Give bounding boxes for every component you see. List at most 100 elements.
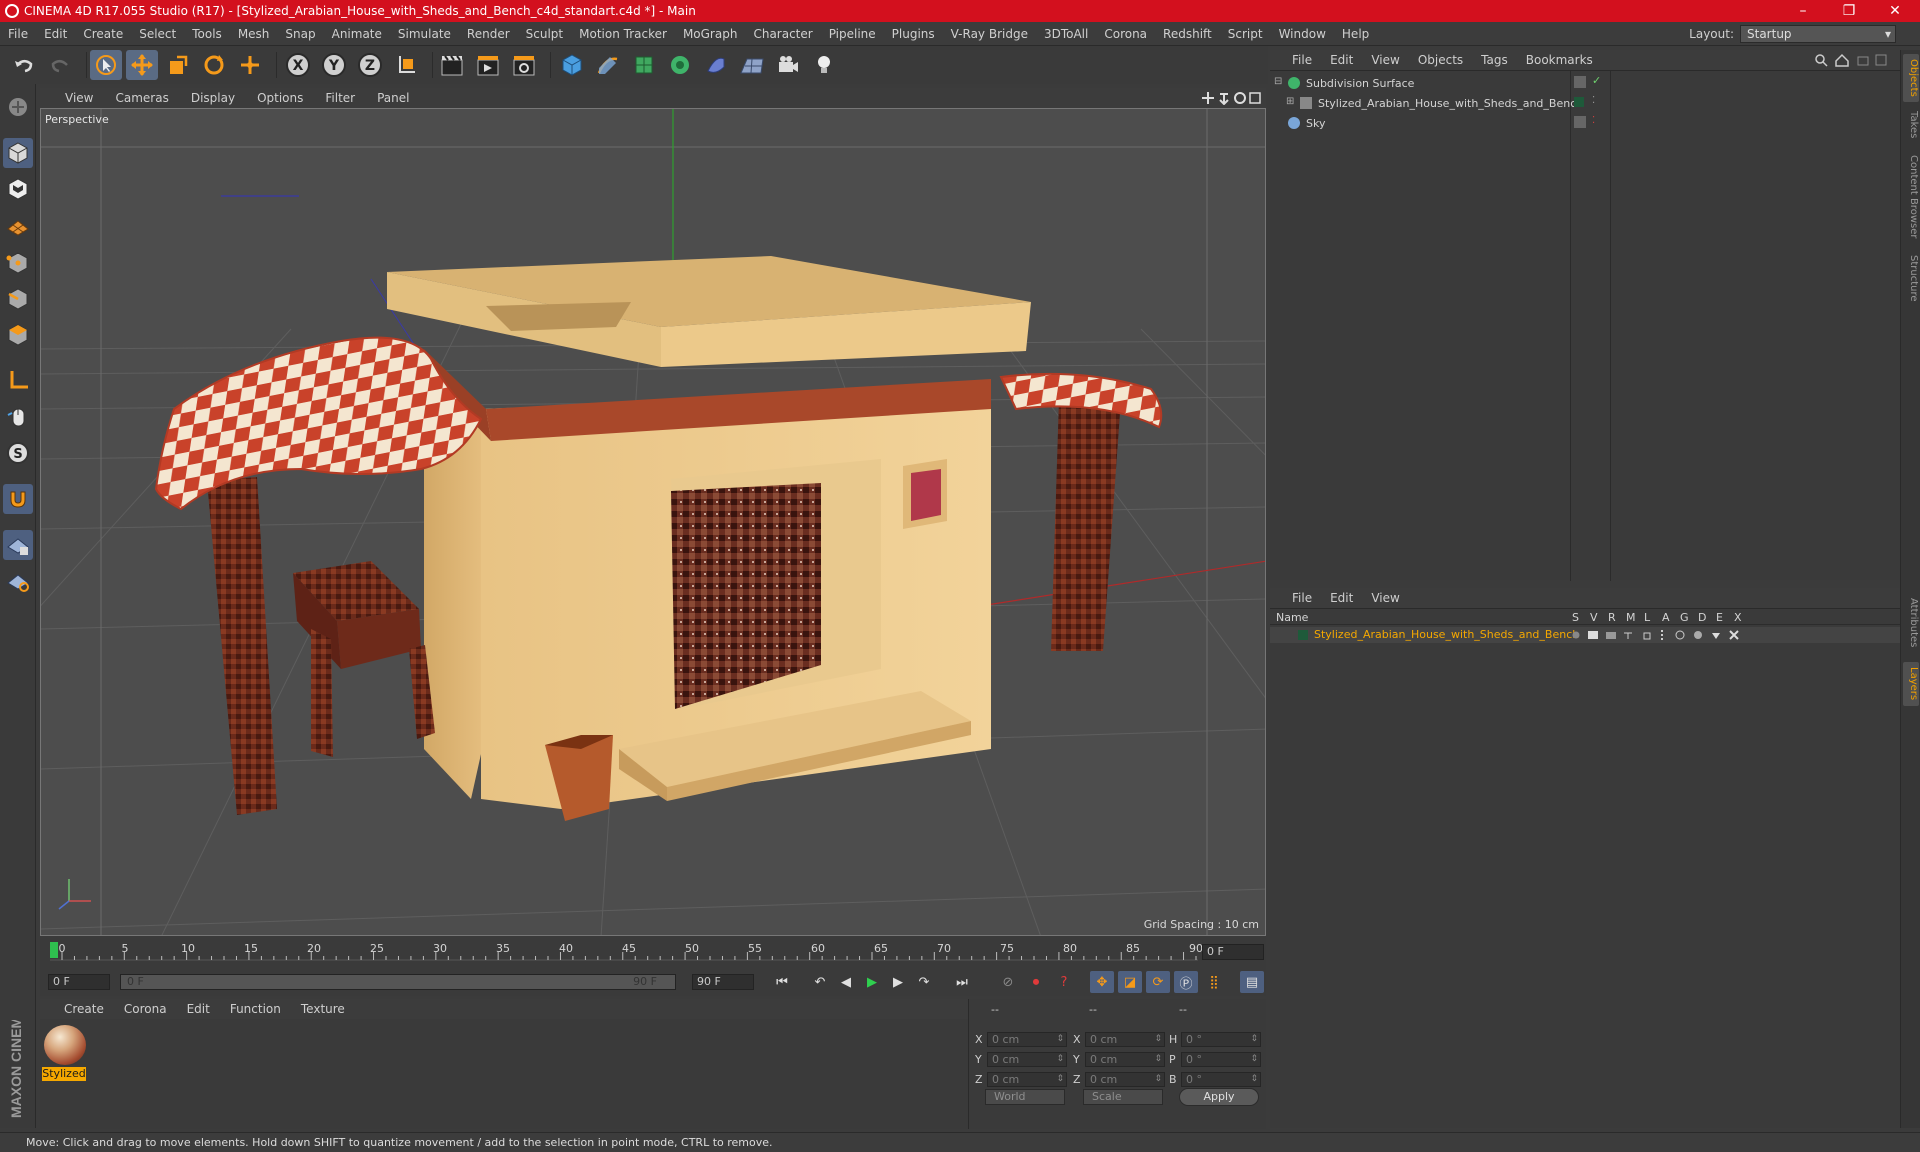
tab-attributes[interactable]: Attributes [1903,590,1919,656]
make-editable-button[interactable] [3,92,33,122]
start-frame-field[interactable]: 0 F [48,974,110,990]
position-y-field[interactable]: 0 cm [987,1052,1067,1067]
axis-mode-button[interactable] [3,366,33,396]
pen-spline-button[interactable] [592,50,624,80]
column-visible[interactable]: V [1590,611,1598,624]
autokey-button[interactable]: ⏺ [1024,971,1048,993]
go-to-end-button[interactable]: ⏭ [950,971,974,993]
y-axis-lock-button[interactable]: Y [318,50,350,80]
move-tool[interactable] [126,50,158,80]
column-xref[interactable]: X [1734,611,1742,624]
coordinate-system-button[interactable] [390,50,422,80]
previous-key-button[interactable]: ↶ [808,971,832,993]
expand-icon[interactable]: ⊞ [1286,96,1294,107]
object-name[interactable]: Subdivision Surface [1306,77,1414,90]
layer-menu-edit[interactable]: Edit [1322,591,1363,605]
viewport-menu-options[interactable]: Options [246,91,314,105]
material-menu-edit[interactable]: Edit [177,1002,220,1016]
size-x-field[interactable]: 0 cm [1085,1032,1165,1047]
rotation-b-field[interactable]: 0 ° [1181,1072,1261,1087]
go-to-start-button[interactable]: ⏮ [770,971,794,993]
menu-animate[interactable]: Animate [324,27,390,41]
column-manager[interactable]: M [1626,611,1636,624]
menu-tools[interactable]: Tools [184,27,230,41]
edit-toggle-icon[interactable] [1574,76,1586,88]
menu-sculpt[interactable]: Sculpt [518,27,571,41]
object-name[interactable]: Stylized_Arabian_House_with_Sheds_and_Be… [1318,97,1583,110]
end-frame-field[interactable]: 90 F [692,974,754,990]
layer-color-icon[interactable] [1574,97,1584,107]
key-scale-button[interactable]: ◪ [1118,971,1142,993]
next-frame-button[interactable]: ▶ [886,971,910,993]
texture-mode-button[interactable] [3,174,33,204]
layer-name[interactable]: Stylized_Arabian_House_with_Sheds_and_Be… [1314,628,1579,641]
key-parameter-button[interactable]: Ⓟ [1174,971,1198,993]
workplane-lock-button[interactable] [3,530,33,560]
scale-tool[interactable] [162,50,194,80]
model-mode-button[interactable] [3,138,33,168]
column-animation[interactable]: A [1662,611,1670,624]
menu-simulate[interactable]: Simulate [390,27,459,41]
edit-toggle-icon[interactable] [1574,116,1586,128]
redo-button[interactable] [44,50,76,80]
material-menu-texture[interactable]: Texture [291,1002,355,1016]
viewport-nav-icons[interactable] [1200,91,1262,105]
layer-menu-file[interactable]: File [1284,591,1322,605]
render-settings-button[interactable] [508,50,540,80]
column-generators[interactable]: G [1680,611,1689,624]
menu-corona[interactable]: Corona [1096,27,1155,41]
z-axis-lock-button[interactable]: Z [354,50,386,80]
viewport-menu-filter[interactable]: Filter [314,91,366,105]
layer-menu-view[interactable]: View [1363,591,1409,605]
material-menu-function[interactable]: Function [220,1002,291,1016]
object-manager-tools[interactable] [1814,53,1894,67]
keyframe-selection-button[interactable]: ? [1052,971,1076,993]
column-solo[interactable]: S [1572,611,1579,624]
layer-toggle-icons[interactable] [1570,629,1750,641]
layout-dropdown[interactable]: Startup [1740,25,1896,43]
size-y-field[interactable]: 0 cm [1085,1052,1165,1067]
cloner-button[interactable] [664,50,696,80]
rotation-h-field[interactable]: 0 ° [1181,1032,1261,1047]
collapse-icon[interactable]: ⊟ [1274,76,1282,87]
object-menu-tags[interactable]: Tags [1473,53,1518,67]
position-x-field[interactable]: 0 cm [987,1032,1067,1047]
floor-button[interactable] [736,50,768,80]
menu-pipeline[interactable]: Pipeline [821,27,884,41]
menu-mesh[interactable]: Mesh [230,27,278,41]
edges-mode-button[interactable] [3,284,33,314]
column-name[interactable]: Name [1276,611,1308,624]
camera-button[interactable] [772,50,804,80]
viewport-menu-view[interactable]: View [54,91,104,105]
timeline-ruler[interactable]: 0 5 10 15 20 25 30 35 40 45 50 55 60 65 … [40,936,1266,968]
column-expressions[interactable]: E [1716,611,1723,624]
render-picture-viewer-button[interactable] [472,50,504,80]
menu-character[interactable]: Character [745,27,820,41]
menu-create[interactable]: Create [75,27,131,41]
column-locked[interactable]: L [1644,611,1650,624]
previous-frame-button[interactable]: ◀ [834,971,858,993]
transform-tool[interactable] [234,50,266,80]
menu-mograph[interactable]: MoGraph [675,27,746,41]
size-z-field[interactable]: 0 cm [1085,1072,1165,1087]
material-swatch[interactable]: Stylized [40,1019,90,1083]
workplane-mode-button[interactable] [3,210,33,240]
light-button[interactable] [808,50,840,80]
viewport-menu-panel[interactable]: Panel [366,91,420,105]
object-menu-bookmarks[interactable]: Bookmarks [1518,53,1603,67]
object-row[interactable]: ⊟ Subdivision Surface ✓ [1270,73,1900,93]
column-render[interactable]: R [1608,611,1616,624]
object-menu-view[interactable]: View [1363,53,1409,67]
object-name[interactable]: Sky [1306,117,1325,130]
timeline-ticks[interactable]: 0 5 10 15 20 25 30 35 40 45 50 55 60 65 … [50,940,1203,966]
column-deformers[interactable]: D [1698,611,1706,624]
menu-window[interactable]: Window [1271,27,1334,41]
object-menu-file[interactable]: File [1284,53,1322,67]
timeline-window-button[interactable]: ▤ [1240,971,1264,993]
object-menu-edit[interactable]: Edit [1322,53,1363,67]
menu-3dtoall[interactable]: 3DToAll [1036,27,1096,41]
object-row[interactable]: Sky ⁚ [1270,113,1900,133]
close-button[interactable]: ✕ [1872,0,1918,22]
coordinate-space-dropdown[interactable]: World [985,1089,1065,1105]
viewport-menu-cameras[interactable]: Cameras [104,91,179,105]
